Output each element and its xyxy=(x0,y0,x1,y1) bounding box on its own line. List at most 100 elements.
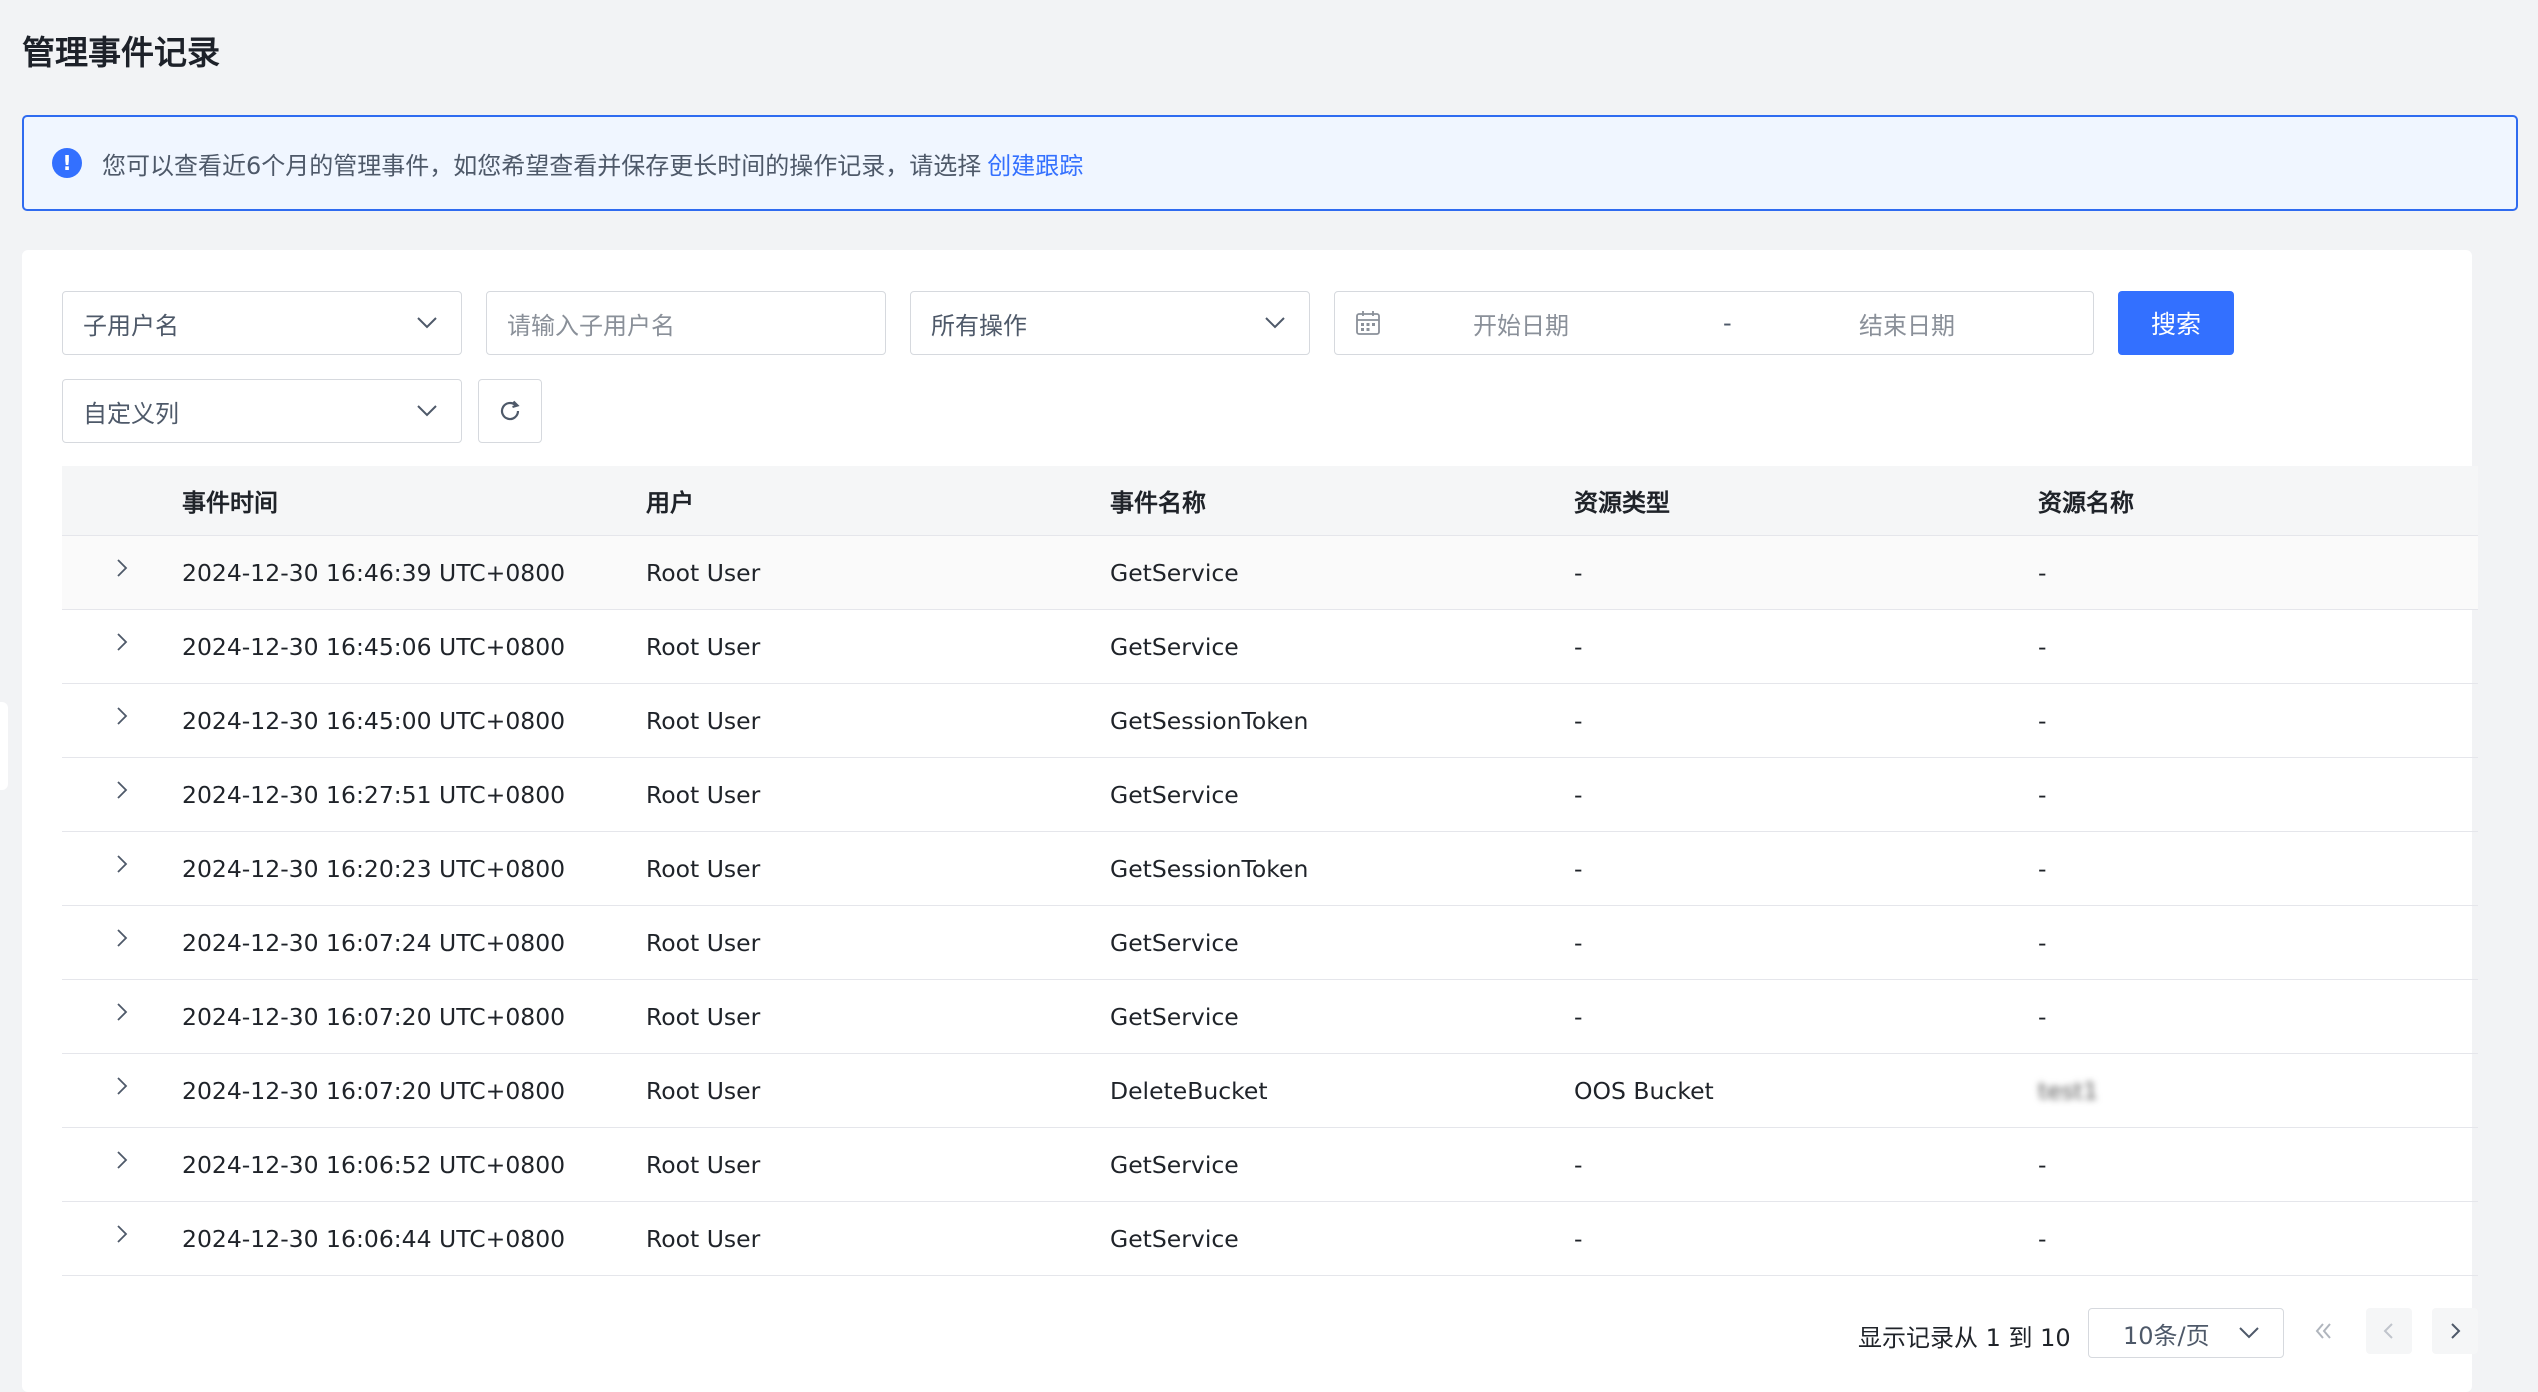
event-time-cell: 2024-12-30 16:06:52 UTC+0800 xyxy=(182,1150,566,1179)
resource-name-cell: - xyxy=(2038,780,2047,809)
chevron-right-icon xyxy=(117,780,128,799)
chevron-down-icon xyxy=(1255,316,1295,330)
table-row[interactable]: 2024-12-30 16:07:20 UTC+0800 Root User G… xyxy=(62,980,2478,1054)
event-time-cell: 2024-12-30 16:20:23 UTC+0800 xyxy=(182,854,566,883)
event-time-cell: 2024-12-30 16:45:06 UTC+0800 xyxy=(182,632,566,661)
event-name-cell: GetService xyxy=(1110,632,1239,661)
page-size-select[interactable]: 10条/页 xyxy=(2088,1308,2284,1358)
user-cell: Root User xyxy=(646,1002,761,1031)
double-chevron-left-icon xyxy=(2315,1323,2331,1339)
resource-name-cell: - xyxy=(2038,1150,2047,1179)
event-time-cell: 2024-12-30 16:45:00 UTC+0800 xyxy=(182,706,566,735)
resource-type-cell: - xyxy=(1574,706,1583,735)
table-row[interactable]: 2024-12-30 16:46:39 UTC+0800 Root User G… xyxy=(62,536,2478,610)
start-date-input[interactable]: 开始日期 xyxy=(1473,306,1673,341)
chevron-right-icon xyxy=(117,632,128,651)
column-header: 资源名称 xyxy=(2038,489,2134,517)
prev-page-button[interactable] xyxy=(2366,1308,2412,1354)
table-header: 事件时间 用户 事件名称 资源类型 资源名称 xyxy=(62,466,2478,536)
event-table: 事件时间 用户 事件名称 资源类型 资源名称 2024-12-30 16:46:… xyxy=(62,466,2478,1276)
column-header: 资源类型 xyxy=(1574,489,1670,517)
expand-row-button[interactable] xyxy=(62,1076,182,1096)
chevron-down-icon xyxy=(2229,1326,2269,1340)
expand-row-button[interactable] xyxy=(62,928,182,948)
event-name-cell: DeleteBucket xyxy=(1110,1076,1268,1105)
search-button[interactable]: 搜索 xyxy=(2118,291,2234,355)
chevron-right-icon xyxy=(117,706,128,725)
refresh-icon xyxy=(500,400,520,421)
date-separator: - xyxy=(1723,309,1732,337)
resource-name-cell: - xyxy=(2038,706,2047,735)
table-row[interactable]: 2024-12-30 16:45:06 UTC+0800 Root User G… xyxy=(62,610,2478,684)
expand-row-button[interactable] xyxy=(62,854,182,874)
event-time-cell: 2024-12-30 16:07:20 UTC+0800 xyxy=(182,1076,566,1105)
info-circle-icon: ! xyxy=(52,148,82,178)
resource-name-cell: - xyxy=(2038,928,2047,957)
table-row[interactable]: 2024-12-30 16:07:20 UTC+0800 Root User D… xyxy=(62,1054,2478,1128)
table-row[interactable]: 2024-12-30 16:45:00 UTC+0800 Root User G… xyxy=(62,684,2478,758)
column-header: 事件名称 xyxy=(1110,489,1206,517)
event-name-cell: GetService xyxy=(1110,1224,1239,1253)
chevron-right-icon xyxy=(117,1076,128,1095)
table-row[interactable]: 2024-12-30 16:27:51 UTC+0800 Root User G… xyxy=(62,758,2478,832)
user-cell: Root User xyxy=(646,632,761,661)
custom-columns-value: 自定义列 xyxy=(83,399,179,428)
user-name-input[interactable]: 请输入子用户名 xyxy=(486,291,886,355)
resource-type-cell: - xyxy=(1574,928,1583,957)
user-cell: Root User xyxy=(646,1150,761,1179)
date-range-picker[interactable]: 开始日期 - 结束日期 xyxy=(1334,291,2094,355)
user-cell: Root User xyxy=(646,558,761,587)
user-cell: Root User xyxy=(646,928,761,957)
next-page-button[interactable] xyxy=(2432,1308,2478,1354)
expand-row-button[interactable] xyxy=(62,632,182,652)
event-name-cell: GetService xyxy=(1110,1150,1239,1179)
resource-type-cell: - xyxy=(1574,780,1583,809)
chevron-right-icon xyxy=(117,1150,128,1169)
event-name-cell: GetSessionToken xyxy=(1110,706,1309,735)
event-time-cell: 2024-12-30 16:07:24 UTC+0800 xyxy=(182,928,566,957)
event-name-cell: GetService xyxy=(1110,1002,1239,1031)
page-size-value: 10条/页 xyxy=(2123,1321,2210,1350)
event-time-cell: 2024-12-30 16:06:44 UTC+0800 xyxy=(182,1224,566,1253)
pagination-summary: 显示记录从 1 到 10 xyxy=(1858,1324,2071,1352)
chevron-right-icon xyxy=(2451,1323,2461,1339)
user-cell: Root User xyxy=(646,706,761,735)
end-date-input[interactable]: 结束日期 xyxy=(1859,306,2059,341)
resource-type-cell: OOS Bucket xyxy=(1574,1076,1714,1105)
event-name-cell: GetService xyxy=(1110,928,1239,957)
table-row[interactable]: 2024-12-30 16:06:52 UTC+0800 Root User G… xyxy=(62,1128,2478,1202)
custom-columns-select[interactable]: 自定义列 xyxy=(62,379,462,443)
event-time-cell: 2024-12-30 16:46:39 UTC+0800 xyxy=(182,558,566,587)
user-cell: Root User xyxy=(646,854,761,883)
expand-row-button[interactable] xyxy=(62,1150,182,1170)
table-row[interactable]: 2024-12-30 16:07:24 UTC+0800 Root User G… xyxy=(62,906,2478,980)
event-name-cell: GetService xyxy=(1110,558,1239,587)
resource-name-cell: - xyxy=(2038,558,2047,587)
resource-type-cell: - xyxy=(1574,854,1583,883)
table-row[interactable]: 2024-12-30 16:06:44 UTC+0800 Root User G… xyxy=(62,1202,2478,1276)
column-header: 用户 xyxy=(646,489,694,517)
create-trail-link[interactable]: 创建跟踪 xyxy=(987,146,1083,181)
expand-row-button[interactable] xyxy=(62,558,182,578)
user-type-value: 子用户名 xyxy=(83,311,179,340)
table-row[interactable]: 2024-12-30 16:20:23 UTC+0800 Root User G… xyxy=(62,832,2478,906)
resource-type-cell: - xyxy=(1574,558,1583,587)
user-type-select[interactable]: 子用户名 xyxy=(62,291,462,355)
resource-name-cell: - xyxy=(2038,1224,2047,1253)
first-page-button[interactable] xyxy=(2300,1308,2346,1354)
side-tab[interactable] xyxy=(0,702,8,790)
resource-type-cell: - xyxy=(1574,1150,1583,1179)
event-time-cell: 2024-12-30 16:27:51 UTC+0800 xyxy=(182,780,566,809)
expand-row-button[interactable] xyxy=(62,1002,182,1022)
expand-row-button[interactable] xyxy=(62,1224,182,1244)
expand-row-button[interactable] xyxy=(62,780,182,800)
user-cell: Root User xyxy=(646,1076,761,1105)
resource-name-cell: - xyxy=(2038,854,2047,883)
chevron-right-icon xyxy=(117,854,128,873)
user-cell: Root User xyxy=(646,780,761,809)
refresh-button[interactable] xyxy=(478,379,542,443)
user-cell: Root User xyxy=(646,1224,761,1253)
operation-select[interactable]: 所有操作 xyxy=(910,291,1310,355)
resource-name-cell: - xyxy=(2038,1002,2047,1031)
expand-row-button[interactable] xyxy=(62,706,182,726)
